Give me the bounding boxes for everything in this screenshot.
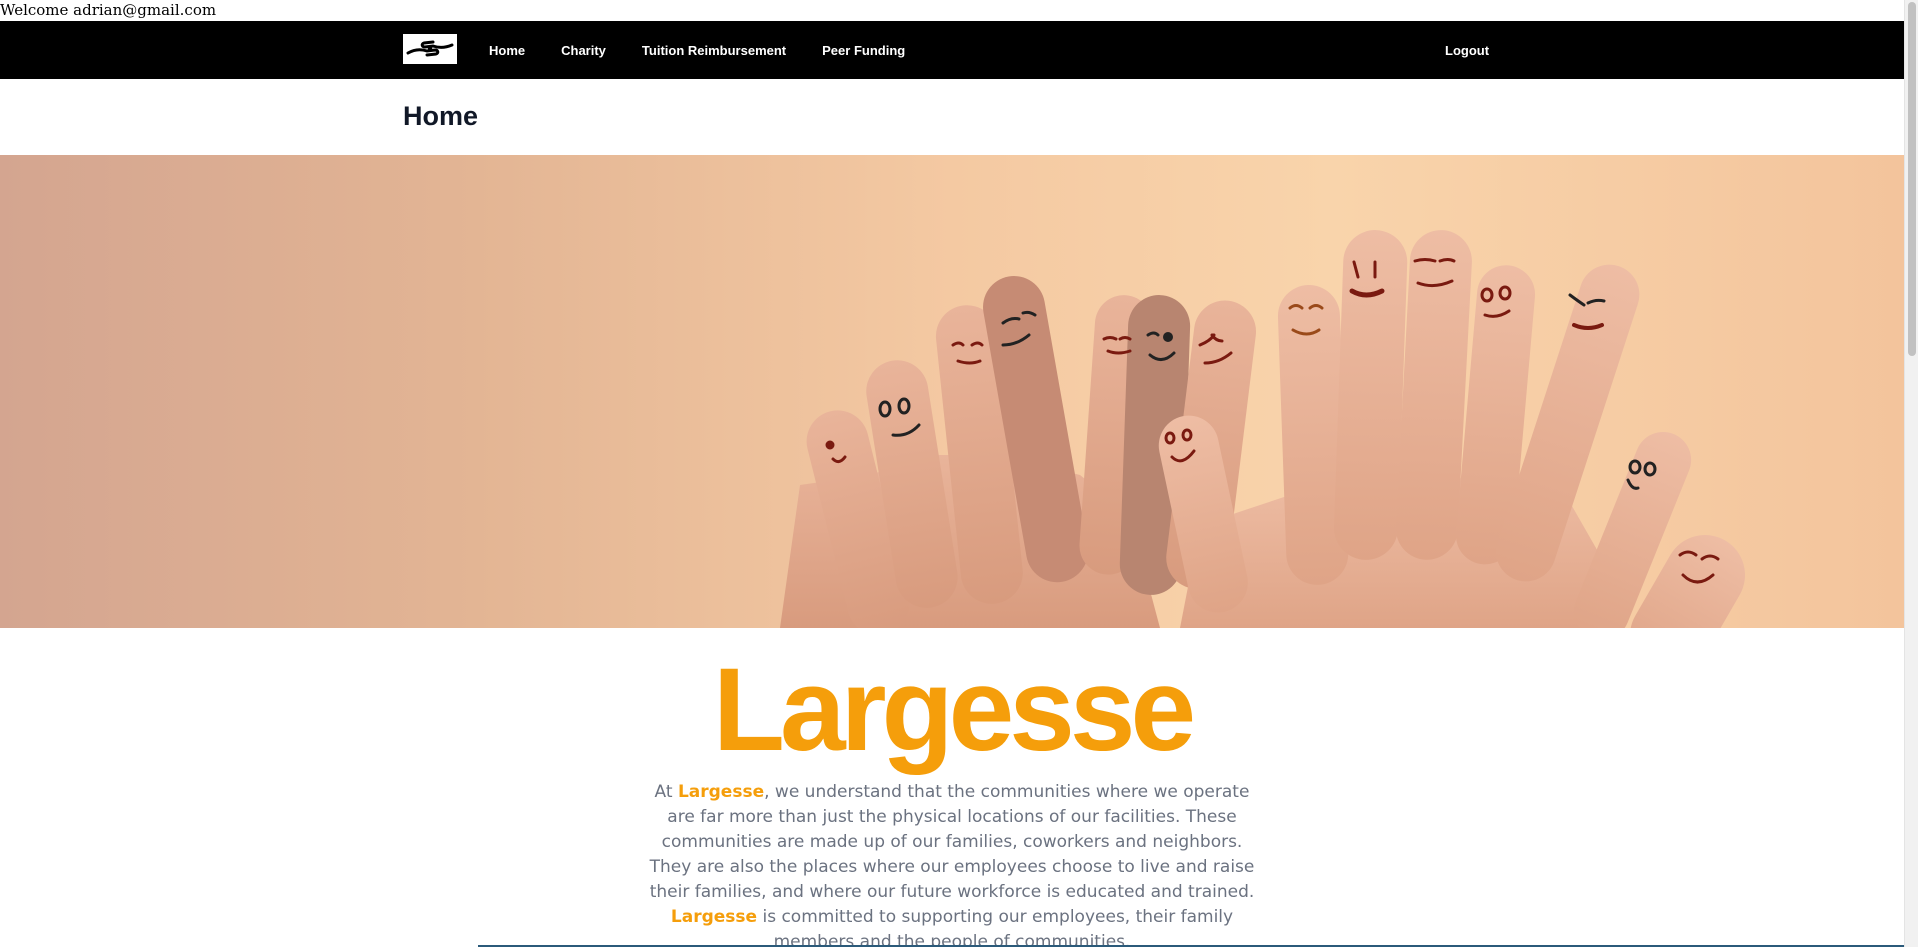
- page-title: Home: [403, 101, 479, 131]
- scrollbar-thumb[interactable]: [1908, 2, 1916, 356]
- nav-peer-funding[interactable]: Peer Funding: [822, 43, 905, 58]
- intro-paragraph: At Largesse, we understand that the comm…: [640, 780, 1264, 947]
- page-scrollbar[interactable]: [1904, 0, 1918, 947]
- nav-home[interactable]: Home: [489, 43, 525, 58]
- nav-charity[interactable]: Charity: [561, 43, 606, 58]
- smiling-fingers-illustration: [780, 230, 1745, 628]
- brand-heading: Largesse: [712, 644, 1196, 776]
- intro-text-3: is committed to supporting our employees…: [757, 907, 1234, 947]
- intro-brand-1: Largesse: [677, 782, 765, 802]
- nav-tuition-reimbursement[interactable]: Tuition Reimbursement: [642, 43, 786, 58]
- helping-hands-icon[interactable]: [403, 34, 457, 64]
- nav-links: Home Charity Tuition Reimbursement Peer …: [489, 21, 905, 79]
- hero-image: [0, 155, 1904, 628]
- intro-brand-2: Largesse: [670, 907, 758, 927]
- intro-text-1: At: [654, 782, 678, 802]
- page-header: Home: [0, 79, 1904, 155]
- welcome-text: Welcome adrian@gmail.com: [0, 1, 217, 19]
- top-navbar: Home Charity Tuition Reimbursement Peer …: [0, 21, 1904, 79]
- logout-link[interactable]: Logout: [1445, 21, 1489, 79]
